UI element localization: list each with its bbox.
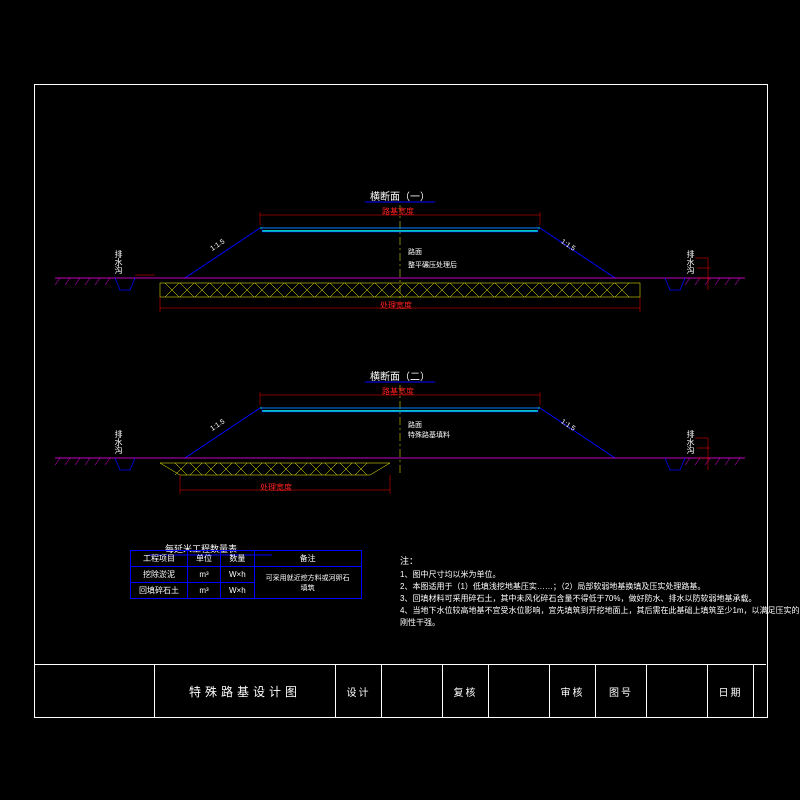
section1-surface: 路面 — [408, 247, 422, 257]
tb-recheck: 复核 — [443, 665, 489, 717]
section2-title: 横断面（二） — [370, 368, 430, 383]
section1-bed: 整平碾压处理后 — [408, 260, 457, 270]
section1-ditch-left: 排水沟 — [113, 250, 124, 274]
section2-bottom-dim: 处理宽度 — [260, 482, 292, 493]
qty-r0c2: W×h — [221, 567, 255, 583]
drawing-title: 特殊路基设计图 — [155, 665, 336, 717]
qty-r0c1: m³ — [188, 567, 221, 583]
section1-top-dim: 路基宽度 — [382, 206, 414, 217]
qty-h3: 备注 — [254, 551, 361, 567]
section1-title: 横断面（一） — [370, 188, 430, 203]
qty-h2: 数量 — [221, 551, 255, 567]
qty-r1c3: 可采用就近挖方料或河卵石填筑 — [254, 567, 361, 599]
tb-review: 审核 — [550, 665, 596, 717]
section1-bottom-dim: 处理宽度 — [380, 300, 412, 311]
tb-date: 日期 — [708, 665, 754, 717]
section2-surface: 路面 — [408, 420, 422, 430]
section2-ditch-left: 排水沟 — [113, 430, 124, 454]
section2-fill: 特殊路基填料 — [408, 430, 450, 440]
note-4: 4、当地下水位较高地基不宜受水位影响，宜先填筑到开挖地面上，其后需在此基础上填筑… — [400, 605, 800, 629]
notes-title: 注： — [400, 555, 800, 567]
section1-ditch-right: 排水沟 — [685, 250, 696, 274]
title-block: 特殊路基设计图 设计 复核 审核 图号 日期 — [34, 664, 766, 717]
section2-ditch-right: 排水沟 — [685, 430, 696, 454]
note-2: 2、本图适用于（1）低填浅挖地基压实……；（2）局部软弱地基换填及压实处理路基。 — [400, 581, 800, 593]
tb-design: 设计 — [336, 665, 382, 717]
qty-r1c1: m³ — [188, 583, 221, 599]
section-1 — [55, 205, 745, 312]
section-2 — [55, 385, 745, 555]
note-3: 3、回填材料可采用碎石土，其中未风化碎石含量不得低于70%，做好防水、排水以防软… — [400, 593, 800, 605]
qty-r0c0: 挖除淤泥 — [131, 567, 188, 583]
tb-drawno: 图号 — [596, 665, 647, 717]
section2-top-dim: 路基宽度 — [382, 386, 414, 397]
note-1: 1、图中尺寸均以米为单位。 — [400, 569, 800, 581]
qty-h1: 单位 — [188, 551, 221, 567]
quantity-table: 工程项目 单位 数量 备注 挖除淤泥 m³ W×h 可采用就近挖方料或河卵石填筑… — [130, 550, 362, 599]
qty-h0: 工程项目 — [131, 551, 188, 567]
notes-block: 注： 1、图中尺寸均以米为单位。 2、本图适用于（1）低填浅挖地基压实……；（2… — [400, 555, 800, 629]
qty-r1c0: 回填碎石土 — [131, 583, 188, 599]
qty-r1c2: W×h — [221, 583, 255, 599]
